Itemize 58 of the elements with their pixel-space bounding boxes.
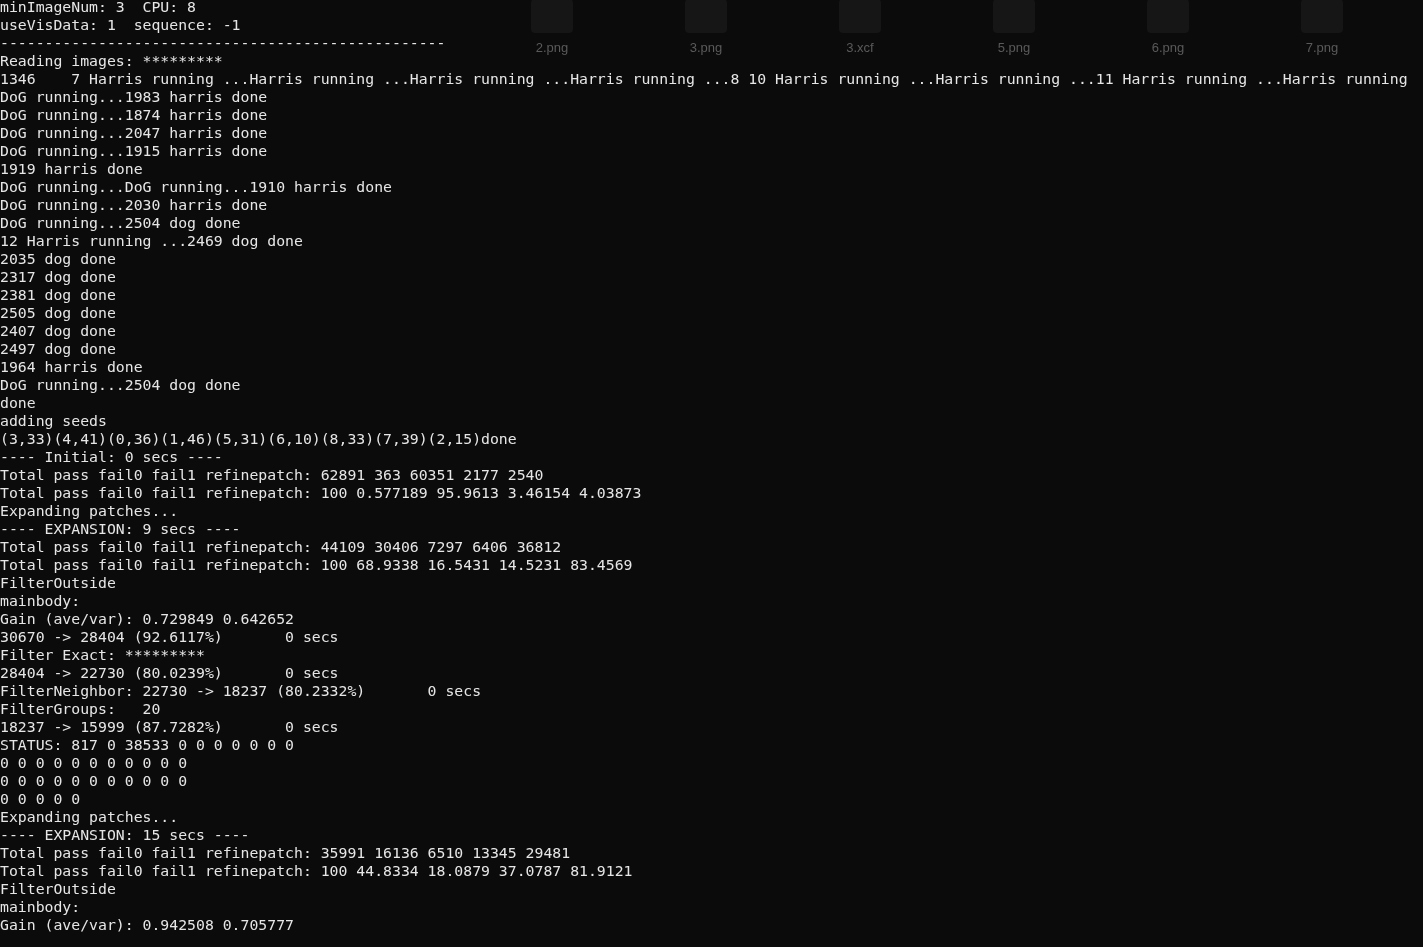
terminal-line: FilterOutside — [0, 574, 116, 591]
terminal-line: DoG running...2030 harris done — [0, 196, 268, 213]
file-label[interactable]: 2.png — [535, 38, 569, 58]
terminal-line: 1346 7 Harris running ...Harris running ...Harris running ...Harris running ...8 10 Harris running ...Harris running ...11 Harris running ...Harris running — [0, 70, 1408, 87]
terminal-line: 1919 harris done — [0, 160, 143, 177]
terminal-line: 2035 dog done — [0, 250, 116, 267]
terminal-line: 2407 dog done — [0, 322, 116, 339]
terminal-line: Total pass fail0 fail1 refinepatch: 44109 30406 7297 6406 36812 — [0, 538, 562, 555]
terminal-line: mainbody: — [0, 898, 81, 915]
terminal-line: Gain (ave/var): 0.942508 0.705777 — [0, 916, 294, 933]
terminal-line: adding seeds — [0, 412, 107, 429]
terminal-line: 2317 dog done — [0, 268, 116, 285]
terminal-line: Total pass fail0 fail1 refinepatch: 62891 363 60351 2177 2540 — [0, 466, 544, 483]
terminal-line: mainbody: — [0, 592, 81, 609]
terminal-line: DoG running...1874 harris done — [0, 106, 268, 123]
terminal-line: ---- EXPANSION: 9 secs ---- — [0, 520, 241, 537]
terminal-line: FilterGroups: 20 — [0, 700, 161, 717]
terminal-line: 2505 dog done — [0, 304, 116, 321]
terminal-line: Total pass fail0 fail1 refinepatch: 100 0.577189 95.9613 3.46154 4.03873 — [0, 484, 642, 501]
terminal-line: done — [0, 394, 36, 411]
file-label[interactable]: 3.xcf — [846, 38, 874, 58]
terminal-line: FilterOutside — [0, 880, 116, 897]
file-label[interactable]: 3.png — [689, 38, 723, 58]
terminal-line: 2381 dog done — [0, 286, 116, 303]
terminal-line: DoG running...2504 dog done — [0, 214, 241, 231]
terminal-line: useVisData: 1 sequence: -1 — [0, 16, 241, 33]
file-label[interactable]: 5.png — [997, 38, 1031, 58]
terminal-line: DoG running...DoG running...1910 harris done — [0, 178, 392, 195]
terminal-line: Expanding patches... — [0, 808, 179, 825]
terminal-line: -------------------------------------------------- — [0, 34, 446, 51]
terminal-line: Total pass fail0 fail1 refinepatch: 100 44.8334 18.0879 37.0787 81.9121 — [0, 862, 633, 879]
terminal-line: DoG running...1915 harris done — [0, 142, 268, 159]
terminal-line: 0 0 0 0 0 — [0, 790, 81, 807]
terminal-line: DoG running...1983 harris done — [0, 88, 268, 105]
terminal-line: Gain (ave/var): 0.729849 0.642652 — [0, 610, 294, 627]
terminal-line: Total pass fail0 fail1 refinepatch: 35991 16136 6510 13345 29481 — [0, 844, 571, 861]
terminal-line: STATUS: 817 0 38533 0 0 0 0 0 0 0 — [0, 736, 294, 753]
terminal-line: 30670 -> 28404 (92.6117%) 0 secs — [0, 628, 339, 645]
terminal-line: 0 0 0 0 0 0 0 0 0 0 0 — [0, 772, 188, 789]
terminal-line: minImageNum: 3 CPU: 8 — [0, 0, 196, 15]
terminal-line: Filter Exact: ********* — [0, 646, 205, 663]
terminal-line: 0 0 0 0 0 0 0 0 0 0 0 — [0, 754, 188, 771]
terminal-line: 28404 -> 22730 (80.0239%) 0 secs — [0, 664, 339, 681]
file-label[interactable]: 6.png — [1151, 38, 1185, 58]
terminal-line: Expanding patches... — [0, 502, 179, 519]
terminal-line: DoG running...2504 dog done — [0, 376, 241, 393]
terminal-line: Total pass fail0 fail1 refinepatch: 100 68.9338 16.5431 14.5231 83.4569 — [0, 556, 633, 573]
file-label[interactable]: 7.png — [1305, 38, 1339, 58]
terminal-line: Reading images: ********* — [0, 52, 223, 69]
terminal-line: 2497 dog done — [0, 340, 116, 357]
terminal-line: 1964 harris done — [0, 358, 143, 375]
terminal-line: DoG running...2047 harris done — [0, 124, 268, 141]
terminal-line: (3,33)(4,41)(0,36)(1,46)(5,31)(6,10)(8,33)(7,39)(2,15)done — [0, 430, 517, 447]
terminal-line: 18237 -> 15999 (87.7282%) 0 secs — [0, 718, 339, 735]
terminal-line: ---- EXPANSION: 15 secs ---- — [0, 826, 250, 843]
terminal-line: 12 Harris running ...2469 dog done — [0, 232, 303, 249]
terminal-line: FilterNeighbor: 22730 -> 18237 (80.2332%) 0 secs — [0, 682, 482, 699]
terminal-line: ---- Initial: 0 secs ---- — [0, 448, 223, 465]
